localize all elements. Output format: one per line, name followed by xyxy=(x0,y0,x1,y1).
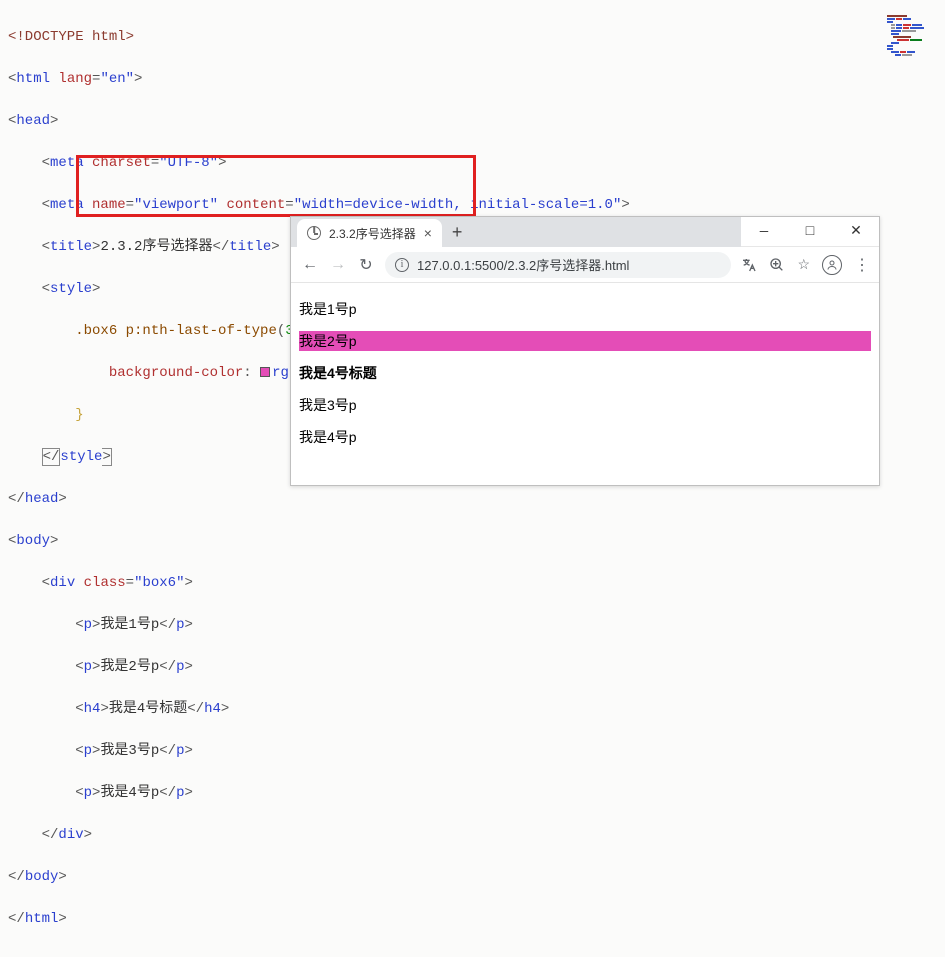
code-text: p xyxy=(84,659,92,675)
browser-tab[interactable]: 2.3.2序号选择器 × xyxy=(297,219,442,247)
code-text: h4 xyxy=(84,701,101,717)
code-text: p xyxy=(176,785,184,801)
code-text: "box6" xyxy=(134,575,184,591)
code-text: lang xyxy=(58,71,92,87)
code-text: 我是3号p xyxy=(100,743,159,759)
page-content: 我是1号p 我是2号p 我是4号标题 我是3号p 我是4号p xyxy=(291,283,879,463)
code-text: "en" xyxy=(100,71,134,87)
forward-button[interactable]: → xyxy=(329,256,347,274)
back-button[interactable]: ← xyxy=(301,256,319,274)
minimize-icon: — xyxy=(760,224,768,240)
code-text: head xyxy=(16,113,50,129)
rendered-p4: 我是4号p xyxy=(299,427,871,447)
code-text: background-color xyxy=(109,365,243,381)
code-text: charset xyxy=(92,155,151,171)
code-text: "UTF-8" xyxy=(159,155,218,171)
code-text: div xyxy=(50,575,75,591)
code-text: 2.3.2序号选择器 xyxy=(100,239,212,255)
code-text: p xyxy=(84,743,92,759)
code-text: body xyxy=(16,533,50,549)
code-text: p xyxy=(176,659,184,675)
code-text: p xyxy=(176,617,184,633)
tab-close-icon[interactable]: × xyxy=(424,225,432,241)
code-text: html xyxy=(25,911,59,927)
tab-title: 2.3.2序号选择器 xyxy=(329,225,416,242)
favicon-icon xyxy=(307,226,321,240)
rendered-p2: 我是2号p xyxy=(299,331,871,351)
code-text: style xyxy=(60,449,102,465)
code-text: 我是1号p xyxy=(100,617,159,633)
tab-strip: 2.3.2序号选择器 × + xyxy=(291,217,741,247)
maximize-icon: □ xyxy=(806,224,814,240)
code-text: 我是4号p xyxy=(100,785,159,801)
rendered-h4: 我是4号标题 xyxy=(299,363,871,383)
rendered-p3: 我是3号p xyxy=(299,395,871,415)
code-text: p xyxy=(84,785,92,801)
code-text: class xyxy=(84,575,126,591)
code-text: "viewport" xyxy=(134,197,218,213)
code-text: html xyxy=(16,71,50,87)
code-text: title xyxy=(50,239,92,255)
url-text: 127.0.0.1:5500/2.3.2序号选择器.html xyxy=(417,255,629,274)
address-bar[interactable]: i 127.0.0.1:5500/2.3.2序号选择器.html xyxy=(385,252,731,278)
code-text: body xyxy=(25,869,59,885)
menu-button[interactable]: ⋮ xyxy=(854,255,869,275)
window-minimize-button[interactable]: — xyxy=(741,217,787,247)
code-text: "width=device-width, initial-scale=1.0" xyxy=(294,197,622,213)
close-icon: ✕ xyxy=(850,223,862,240)
window-maximize-button[interactable]: □ xyxy=(787,217,833,247)
minimap[interactable] xyxy=(887,6,939,50)
code-text: name xyxy=(92,197,126,213)
translate-icon[interactable] xyxy=(741,257,757,273)
code-text: title xyxy=(229,239,271,255)
code-text: .box6 p:nth-last-of-type xyxy=(75,323,277,339)
color-swatch xyxy=(260,367,270,377)
browser-toolbar: ← → ↻ i 127.0.0.1:5500/2.3.2序号选择器.html ☆… xyxy=(291,247,879,283)
code-text: head xyxy=(25,491,59,507)
code-text: p xyxy=(84,617,92,633)
code-text: 我是4号标题 xyxy=(109,701,187,717)
rendered-p1: 我是1号p xyxy=(299,299,871,319)
site-info-icon[interactable]: i xyxy=(395,258,409,272)
window-close-button[interactable]: ✕ xyxy=(833,217,879,247)
code-text: p xyxy=(176,743,184,759)
bookmark-icon[interactable]: ☆ xyxy=(797,256,810,273)
code-text: style xyxy=(50,281,92,297)
code-text: div xyxy=(58,827,83,843)
code-text: content xyxy=(226,197,285,213)
code-text: meta xyxy=(50,197,84,213)
code-text: 我是2号p xyxy=(100,659,159,675)
code-text: <!DOCTYPE html> xyxy=(8,29,134,45)
browser-window: 2.3.2序号选择器 × + — □ ✕ ← → ↻ i 127.0.0.1:5… xyxy=(290,216,880,486)
reload-button[interactable]: ↻ xyxy=(357,255,375,275)
code-text: meta xyxy=(50,155,84,171)
zoom-icon[interactable] xyxy=(769,257,785,273)
code-text: h4 xyxy=(204,701,221,717)
profile-button[interactable] xyxy=(822,255,842,275)
new-tab-button[interactable]: + xyxy=(452,222,463,243)
